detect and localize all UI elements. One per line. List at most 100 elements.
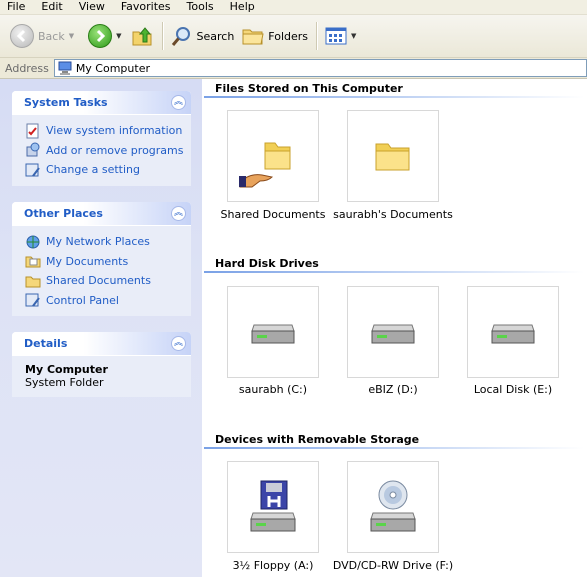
hard-disk-icon: [371, 324, 415, 344]
floppy-drive-tile[interactable]: [227, 461, 319, 553]
details-body: My Computer System Folder: [12, 355, 191, 397]
my-network-places-link[interactable]: My Network Places: [25, 232, 191, 252]
drive-e-tile[interactable]: [467, 286, 559, 378]
details-header[interactable]: Details ︽: [12, 332, 191, 355]
up-folder-button[interactable]: [126, 21, 158, 51]
toolbar: Back ▼ ▼ Search Folders ▼: [0, 15, 587, 58]
system-tasks-header[interactable]: System Tasks ︽: [12, 91, 191, 114]
collapse-icon[interactable]: ︽: [171, 206, 186, 221]
my-computer-icon: [58, 61, 72, 75]
menu-view[interactable]: View: [71, 0, 113, 14]
menu-bar: File Edit View Favorites Tools Help: [0, 0, 587, 15]
menu-tools[interactable]: Tools: [179, 0, 222, 14]
control-panel-icon: [25, 293, 40, 307]
group-title-removable: Devices with Removable Storage: [215, 433, 420, 446]
details-panel: Details ︽ My Computer System Folder: [12, 332, 191, 397]
group-divider: [204, 447, 584, 449]
system-information-icon: [26, 123, 39, 139]
saurabh-documents-tile[interactable]: [347, 110, 439, 202]
other-places-title: Other Places: [24, 207, 103, 220]
group-title-hard-disks: Hard Disk Drives: [215, 257, 319, 270]
link-label: Control Panel: [46, 293, 119, 307]
address-value: My Computer: [75, 61, 150, 75]
toolbar-separator: [316, 22, 318, 50]
toolbar-separator: [161, 22, 163, 50]
dvd-drive-label[interactable]: DVD/CD-RW Drive (F:): [328, 559, 458, 572]
details-item-type: System Folder: [25, 376, 104, 389]
views-icon: [325, 27, 347, 45]
group-divider: [204, 271, 584, 273]
link-label: Add or remove programs: [46, 143, 184, 157]
link-label: View system information: [46, 124, 183, 138]
details-title: Details: [24, 337, 68, 350]
system-tasks-panel: System Tasks ︽ View system information A…: [12, 91, 191, 186]
forward-dropdown-icon[interactable]: ▼: [116, 32, 121, 40]
other-places-panel: Other Places ︽ My Network Places My Docu…: [12, 202, 191, 316]
shared-documents-label[interactable]: Shared Documents: [208, 208, 338, 221]
shared-folder-icon: [239, 142, 291, 188]
add-remove-programs-icon: [26, 142, 40, 157]
back-arrow-icon: [10, 24, 34, 48]
menu-help[interactable]: Help: [222, 0, 263, 14]
menu-favorites[interactable]: Favorites: [113, 0, 179, 14]
other-places-header[interactable]: Other Places ︽: [12, 202, 191, 225]
menu-file[interactable]: File: [0, 0, 33, 14]
link-label: Change a setting: [46, 163, 140, 177]
search-icon: [171, 27, 190, 46]
shared-documents-tile[interactable]: [227, 110, 319, 202]
saurabh-documents-label[interactable]: saurabh's Documents: [328, 208, 458, 221]
views-dropdown-icon[interactable]: ▼: [351, 32, 356, 40]
my-documents-link[interactable]: My Documents: [25, 252, 191, 272]
views-button[interactable]: ▼: [321, 21, 360, 51]
drive-e-label[interactable]: Local Disk (E:): [448, 383, 578, 396]
link-label: My Network Places: [46, 235, 150, 249]
change-setting-link[interactable]: Change a setting: [25, 160, 191, 180]
drive-d-label[interactable]: eBIZ (D:): [328, 383, 458, 396]
link-label: Shared Documents: [46, 274, 151, 288]
network-places-icon: [26, 235, 40, 249]
group-divider: [204, 96, 584, 98]
folders-button[interactable]: Folders: [238, 21, 312, 51]
my-documents-icon: [25, 256, 41, 268]
folder-icon: [375, 143, 410, 171]
folder-icon: [25, 276, 41, 288]
hard-disk-icon: [491, 324, 535, 344]
back-dropdown-icon[interactable]: ▼: [69, 32, 74, 40]
add-remove-programs-link[interactable]: Add or remove programs: [25, 141, 191, 161]
menu-edit[interactable]: Edit: [33, 0, 70, 14]
forward-arrow-icon: [88, 24, 113, 48]
link-label: My Documents: [46, 254, 129, 268]
dvd-drive-tile[interactable]: [347, 461, 439, 553]
up-folder-icon: [132, 27, 151, 46]
address-bar: Address My Computer: [0, 58, 587, 79]
hard-disk-icon: [251, 324, 295, 344]
drive-c-label[interactable]: saurabh (C:): [208, 383, 338, 396]
system-tasks-body: View system information Add or remove pr…: [12, 114, 191, 186]
collapse-icon[interactable]: ︽: [171, 95, 186, 110]
back-button[interactable]: Back ▼: [6, 21, 78, 51]
folders-icon: [242, 29, 264, 45]
other-places-body: My Network Places My Documents Shared Do…: [12, 225, 191, 316]
back-label: Back: [38, 29, 65, 43]
view-system-information-link[interactable]: View system information: [25, 121, 191, 141]
system-tasks-title: System Tasks: [24, 96, 108, 109]
drive-d-tile[interactable]: [347, 286, 439, 378]
address-input[interactable]: My Computer: [53, 59, 587, 77]
task-pane: System Tasks ︽ View system information A…: [0, 79, 202, 577]
control-panel-link[interactable]: Control Panel: [25, 291, 191, 311]
floppy-drive-label[interactable]: 3½ Floppy (A:): [208, 559, 338, 572]
search-button[interactable]: Search: [167, 21, 239, 51]
collapse-icon[interactable]: ︽: [171, 336, 186, 351]
drive-c-tile[interactable]: [227, 286, 319, 378]
shared-documents-link[interactable]: Shared Documents: [25, 271, 191, 291]
group-title-files: Files Stored on This Computer: [215, 82, 403, 95]
dvd-drive-icon: [370, 480, 416, 532]
forward-button[interactable]: ▼: [84, 21, 125, 51]
details-item-name: My Computer: [25, 363, 108, 376]
control-panel-icon: [25, 163, 40, 177]
folders-label: Folders: [268, 29, 309, 43]
address-label: Address: [5, 61, 49, 75]
search-label: Search: [196, 29, 235, 43]
floppy-drive-icon: [250, 480, 296, 532]
content-pane: Files Stored on This Computer Shared Doc…: [202, 79, 587, 577]
